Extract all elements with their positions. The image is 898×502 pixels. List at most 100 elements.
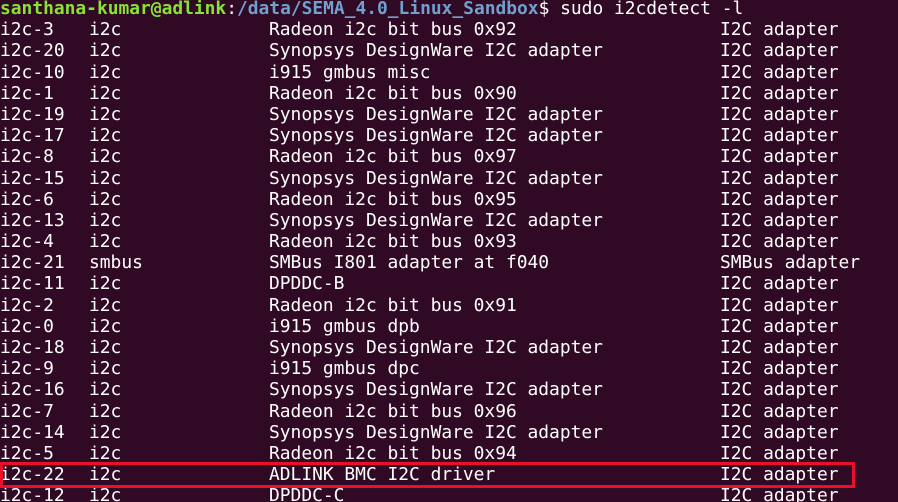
terminal-output-row: i2c-11 i2c DPDDC-B I2C adapter: [0, 273, 898, 294]
terminal-output-row: i2c-14 i2c Synopsys DesignWare I2C adapter…: [0, 422, 898, 443]
device-cell: i2c-11: [0, 273, 65, 295]
adapter-name-cell: Radeon i2c bit bus 0x94: [269, 442, 517, 464]
adapter-name-cell: i915 gmbus dpb: [269, 315, 420, 337]
device-cell: i2c-7: [0, 400, 54, 422]
adapter-name-cell: SMBus I801 adapter at f040: [269, 252, 550, 274]
adapter-name-cell: Radeon i2c bit bus 0x97: [269, 146, 517, 168]
type-cell: i2c: [89, 209, 122, 231]
device-cell: i2c-13: [0, 209, 65, 231]
prompt-user-host: santhana-kumar@adlink: [0, 0, 227, 19]
adapter-name-cell: DPDDC-C: [269, 485, 345, 502]
description-cell: I2C adapter: [720, 167, 839, 189]
type-cell: i2c: [89, 485, 122, 502]
description-cell: I2C adapter: [720, 61, 839, 83]
description-cell: I2C adapter: [720, 442, 839, 464]
description-cell: I2C adapter: [720, 231, 839, 253]
type-cell: i2c: [89, 82, 122, 104]
terminal-output-row: i2c-19 i2c Synopsys DesignWare I2C adapter…: [0, 104, 898, 125]
type-cell: i2c: [89, 146, 122, 168]
device-cell: i2c-19: [0, 103, 65, 125]
description-cell: SMBus adapter: [720, 252, 861, 274]
type-cell: i2c: [89, 421, 122, 443]
terminal-output-row: i2c-13 i2c Synopsys DesignWare I2C adapter…: [0, 210, 898, 231]
terminal-output-row: i2c-12 i2c DPDDC-C I2C adapter: [0, 485, 898, 502]
terminal-output-row: i2c-10 i2c i915 gmbus misc I2C adapter: [0, 62, 898, 83]
command-prompt-line: santhana-kumar@adlink:/data/SEMA_4.0_Lin…: [0, 0, 898, 19]
description-cell: I2C adapter: [720, 421, 839, 443]
type-cell: i2c: [89, 231, 122, 253]
device-cell: i2c-8: [0, 146, 54, 168]
device-cell: i2c-10: [0, 61, 65, 83]
terminal-output-row: i2c-21 smbus SMBus I801 adapter at f040 SMB…: [0, 252, 898, 273]
device-cell: i2c-9: [0, 358, 54, 380]
adapter-name-cell: ADLINK BMC I2C driver: [269, 464, 496, 486]
type-cell: i2c: [89, 337, 122, 358]
device-cell: i2c-4: [0, 231, 54, 253]
adapter-name-cell: i915 gmbus misc: [269, 61, 431, 83]
terminal-output-row: i2c-5 i2c Radeon i2c bit bus 0x94 I2C adapt…: [0, 443, 898, 464]
type-cell: i2c: [89, 103, 122, 125]
adapter-name-cell: Radeon i2c bit bus 0x91: [269, 294, 517, 316]
type-cell: i2c: [89, 379, 122, 401]
type-cell: i2c: [89, 315, 122, 337]
device-cell: i2c-12: [0, 485, 65, 502]
type-cell: i2c: [89, 61, 122, 83]
terminal-output-row: i2c-17 i2c Synopsys DesignWare I2C adapter…: [0, 125, 898, 146]
type-cell: i2c: [89, 358, 122, 380]
device-cell: i2c-5: [0, 442, 54, 464]
terminal-output-row: i2c-6 i2c Radeon i2c bit bus 0x95 I2C adapt…: [0, 189, 898, 210]
description-cell: I2C adapter: [720, 273, 839, 295]
description-cell: I2C adapter: [720, 40, 839, 62]
description-cell: I2C adapter: [720, 485, 839, 502]
adapter-name-cell: Radeon i2c bit bus 0x90: [269, 82, 517, 104]
device-cell: i2c-15: [0, 167, 65, 189]
type-cell: i2c: [89, 40, 122, 62]
description-cell: I2C adapter: [720, 103, 839, 125]
adapter-name-cell: Radeon i2c bit bus 0x95: [269, 188, 517, 210]
adapter-name-cell: Synopsys DesignWare I2C adapter: [269, 167, 603, 189]
adapter-name-cell: Synopsys DesignWare I2C adapter: [269, 337, 603, 358]
description-cell: I2C adapter: [720, 146, 839, 168]
terminal-output-row: i2c-2 i2c Radeon i2c bit bus 0x91 I2C adapt…: [0, 295, 898, 316]
terminal-output-row: i2c-8 i2c Radeon i2c bit bus 0x97 I2C adapt…: [0, 146, 898, 167]
terminal-output-row: i2c-3 i2c Radeon i2c bit bus 0x92 I2C adapt…: [0, 19, 898, 40]
device-cell: i2c-14: [0, 421, 65, 443]
adapter-name-cell: DPDDC-B: [269, 273, 345, 295]
adapter-name-cell: Synopsys DesignWare I2C adapter: [269, 103, 603, 125]
type-cell: i2c: [89, 294, 122, 316]
type-cell: i2c: [89, 464, 122, 486]
terminal-output-row: i2c-18 i2c Synopsys DesignWare I2C adapter…: [0, 337, 898, 358]
description-cell: I2C adapter: [720, 337, 839, 358]
command-text: sudo i2cdetect -l: [560, 0, 744, 19]
terminal-output-row: i2c-20 i2c Synopsys DesignWare I2C adapter…: [0, 40, 898, 61]
description-cell: I2C adapter: [720, 400, 839, 422]
type-cell: i2c: [89, 19, 122, 41]
terminal-output-row: i2c-0 i2c i915 gmbus dpb I2C adapter: [0, 316, 898, 337]
terminal-output-row: i2c-9 i2c i915 gmbus dpc I2C adapter: [0, 358, 898, 379]
terminal-output-row: i2c-16 i2c Synopsys DesignWare I2C adapter…: [0, 379, 898, 400]
device-cell: i2c-17: [0, 125, 65, 147]
description-cell: I2C adapter: [720, 294, 839, 316]
i2c-adapter-list: i2c-3 i2c Radeon i2c bit bus 0x92 I2C adapt…: [0, 19, 898, 502]
description-cell: I2C adapter: [720, 19, 839, 41]
description-cell: I2C adapter: [720, 315, 839, 337]
device-cell: i2c-1: [0, 82, 54, 104]
terminal-window[interactable]: santhana-kumar@adlink:/data/SEMA_4.0_Lin…: [0, 0, 898, 502]
adapter-name-cell: Synopsys DesignWare I2C adapter: [269, 209, 603, 231]
device-cell: i2c-2: [0, 294, 54, 316]
type-cell: i2c: [89, 188, 122, 210]
prompt-path: /data/SEMA_4.0_Linux_Sandbox: [236, 0, 539, 19]
type-cell: i2c: [89, 400, 122, 422]
type-cell: i2c: [89, 442, 122, 464]
prompt-colon: :: [226, 0, 237, 19]
description-cell: I2C adapter: [720, 82, 839, 104]
description-cell: I2C adapter: [720, 209, 839, 231]
adapter-name-cell: Synopsys DesignWare I2C adapter: [269, 125, 603, 147]
adapter-name-cell: Synopsys DesignWare I2C adapter: [269, 379, 603, 401]
device-cell: i2c-16: [0, 379, 65, 401]
type-cell: i2c: [89, 273, 122, 295]
terminal-output-row: i2c-7 i2c Radeon i2c bit bus 0x96 I2C adapt…: [0, 401, 898, 422]
terminal-output-row: i2c-15 i2c Synopsys DesignWare I2C adapter…: [0, 168, 898, 189]
description-cell: I2C adapter: [720, 125, 839, 147]
adapter-name-cell: Synopsys DesignWare I2C adapter: [269, 40, 603, 62]
